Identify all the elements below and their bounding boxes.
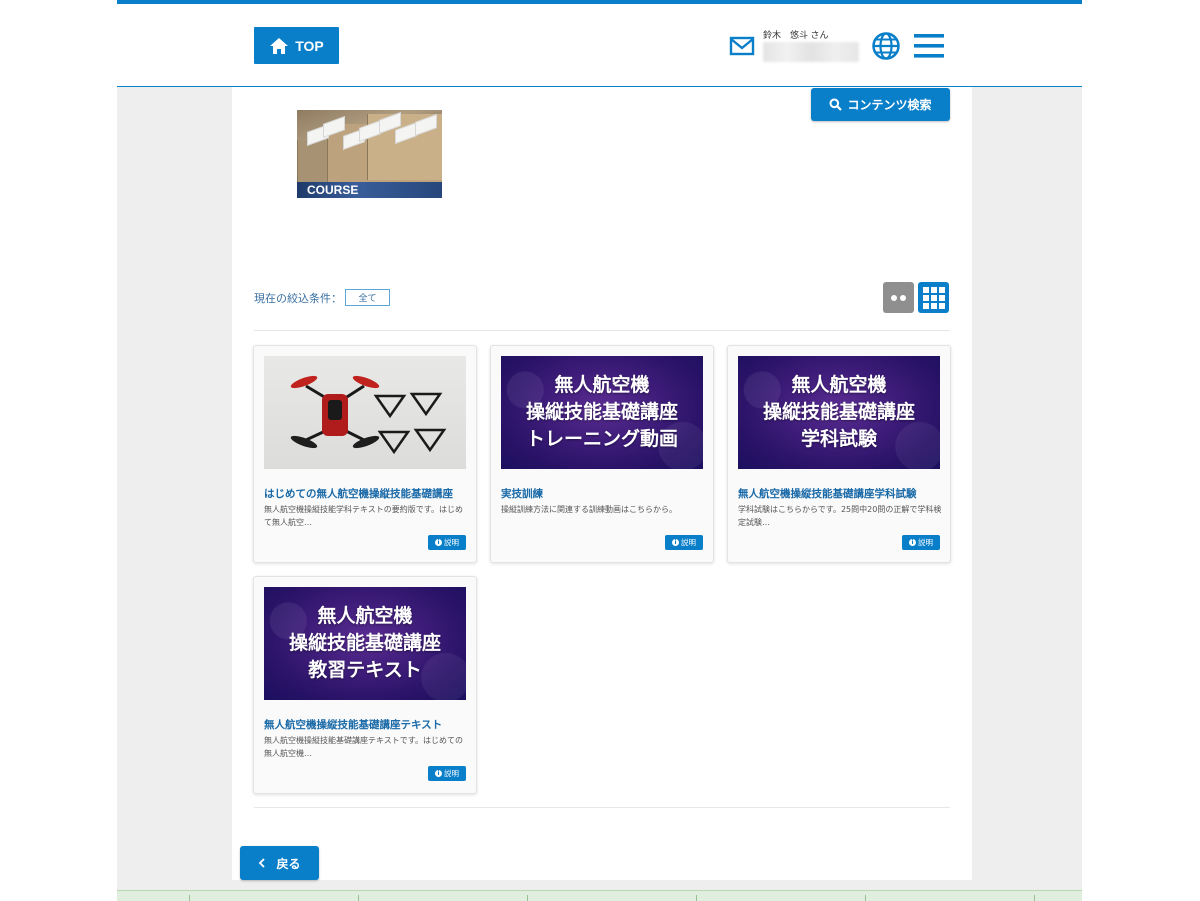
thumb-line: 操縦技能基礎講座: [762, 401, 915, 423]
back-button[interactable]: 戻る: [240, 846, 319, 880]
content-card[interactable]: 無人航空機 操縦技能基礎講座 教習テキスト 無人航空機操縦技能基礎講座テキスト …: [253, 576, 477, 794]
course-banner-label: COURSE: [307, 183, 359, 197]
dot-icon: [900, 294, 906, 301]
search-icon: [829, 98, 843, 111]
content-card[interactable]: 無人航空機 操縦技能基礎講座 学科試験 無人航空機操縦技能基礎講座学科試験 学科…: [727, 345, 951, 563]
user-info-redacted: [763, 42, 859, 62]
card-title[interactable]: はじめての無人航空機操縦技能基礎講座: [264, 486, 468, 501]
footer-strip: [117, 890, 1082, 901]
info-icon: i: [909, 539, 916, 546]
user-name: 鈴木 悠斗 さん: [763, 30, 829, 40]
card-title[interactable]: 実技訓練: [501, 486, 705, 501]
info-icon: i: [435, 770, 442, 777]
breadcrumb-clipped: [252, 85, 542, 90]
dot-icon: [891, 294, 897, 301]
content-card[interactable]: 無人航空機 操縦技能基礎講座 トレーニング動画 実技訓練 操縦訓練方法に関連する…: [490, 345, 714, 563]
card-description: 無人航空機操縦技能基礎講座テキストです。はじめての無人航空機…: [264, 736, 463, 758]
card-title[interactable]: 無人航空機操縦技能基礎講座学科試験: [738, 486, 942, 501]
thumb-line: 無人航空機: [554, 374, 650, 396]
site-header: TOP 鈴木 悠斗 さん: [117, 4, 1082, 87]
thumb-line: 操縦技能基礎講座: [288, 632, 441, 654]
content-search-button[interactable]: コンテンツ検索: [811, 88, 950, 121]
card-description: 操縦訓練方法に関連する訓練動画はこちらから。: [501, 505, 677, 514]
info-button[interactable]: i 説明: [902, 535, 940, 550]
info-button[interactable]: i 説明: [428, 535, 466, 550]
top-button[interactable]: TOP: [254, 27, 339, 64]
top-button-label: TOP: [295, 37, 324, 54]
info-button-label: 説明: [918, 538, 933, 547]
info-button[interactable]: i 説明: [665, 535, 703, 550]
course-banner-image: COURSE: [297, 110, 442, 198]
content-card[interactable]: はじめての無人航空機操縦技能基礎講座 無人航空機操縦技能学科テキストの要約版です…: [253, 345, 477, 563]
view-list-toggle[interactable]: [883, 282, 914, 313]
main-content: コンテンツ検索 COURSE 現在の絞込条件： 全て はじめての無人航空機操縦技…: [232, 87, 972, 880]
home-icon: [270, 37, 289, 54]
training-video-thumbnail: 無人航空機 操縦技能基礎講座 トレーニング動画: [501, 356, 703, 469]
globe-icon[interactable]: [871, 31, 901, 61]
hamburger-menu-icon[interactable]: [913, 32, 945, 60]
drone-thumbnail: [264, 356, 466, 469]
filter-condition-label: 現在の絞込条件：: [254, 292, 342, 305]
thumb-line: トレーニング動画: [525, 428, 678, 450]
thumb-line: 無人航空機: [791, 374, 887, 396]
filter-chip-all[interactable]: 全て: [345, 289, 390, 306]
info-button-label: 説明: [444, 538, 459, 547]
view-grid-toggle[interactable]: [918, 282, 949, 313]
info-icon: i: [435, 539, 442, 546]
back-button-label: 戻る: [276, 856, 301, 871]
divider: [254, 330, 950, 331]
thumb-line: 操縦技能基礎講座: [525, 401, 678, 423]
card-title[interactable]: 無人航空機操縦技能基礎講座テキスト: [264, 717, 468, 732]
thumb-line: 学科試験: [800, 428, 877, 450]
info-button[interactable]: i 説明: [428, 766, 466, 781]
divider: [254, 807, 950, 808]
chevron-left-icon: [259, 858, 266, 868]
content-search-label: コンテンツ検索: [847, 98, 932, 112]
card-description: 無人航空機操縦技能学科テキストの要約版です。はじめて無人航空…: [264, 505, 463, 527]
mail-icon[interactable]: [729, 35, 755, 57]
thumb-line: 無人航空機: [317, 605, 413, 627]
thumb-line: 教習テキスト: [308, 659, 422, 681]
info-icon: i: [672, 539, 679, 546]
textbook-thumbnail: 無人航空機 操縦技能基礎講座 教習テキスト: [264, 587, 466, 700]
info-button-label: 説明: [681, 538, 696, 547]
info-button-label: 説明: [444, 769, 459, 778]
card-description: 学科試験はこちらからです。25問中20問の正解で学科検定試験…: [738, 505, 942, 527]
exam-thumbnail: 無人航空機 操縦技能基礎講座 学科試験: [738, 356, 940, 469]
